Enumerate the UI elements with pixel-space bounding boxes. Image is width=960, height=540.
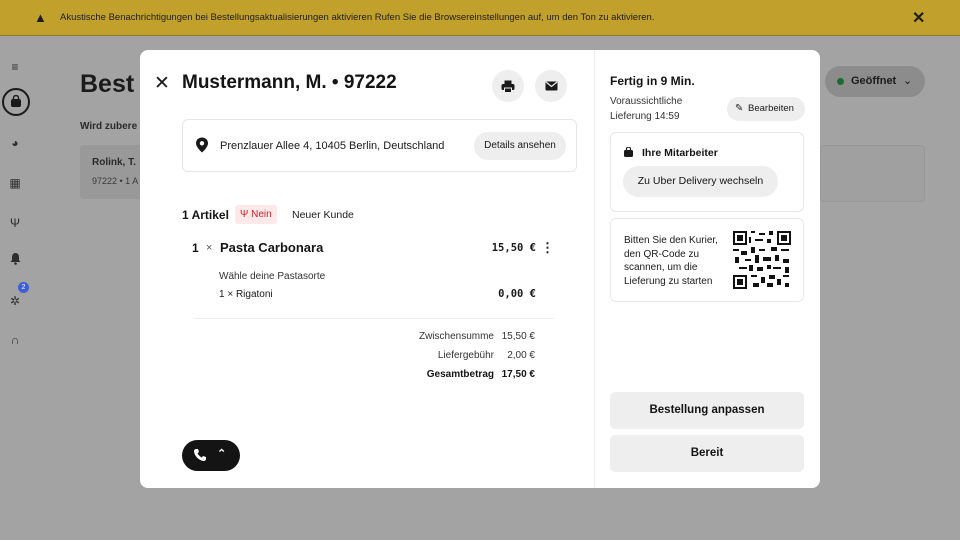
- option-group-label: Wähle deine Pastasorte: [219, 271, 326, 282]
- notification-banner: ▲ Akustische Benachrichtigungen bei Best…: [0, 0, 960, 36]
- close-icon[interactable]: ✕: [154, 72, 170, 95]
- phone-icon: [194, 449, 206, 461]
- section-heading: Wird zubere: [80, 121, 138, 132]
- location-pin-icon: [196, 137, 208, 153]
- eta-time: Lieferung 14:59: [610, 111, 680, 122]
- eta-label: Voraussichtliche: [610, 96, 683, 107]
- item-count: 1 Artikel: [182, 208, 229, 222]
- store-status-label: Geöffnet: [851, 75, 897, 87]
- print-button[interactable]: [492, 70, 524, 102]
- cutlery-icon: Ψ: [240, 209, 249, 220]
- message-button[interactable]: [535, 70, 567, 102]
- order-title: Mustermann, M. • 97222: [182, 72, 397, 93]
- adjust-order-button[interactable]: Bestellung anpassen: [610, 392, 804, 429]
- item-name: Pasta Carbonara: [220, 240, 324, 255]
- item-more-options-icon[interactable]: ⋮: [541, 240, 554, 256]
- items-divider: [194, 318, 554, 319]
- chevron-down-icon: ⌄: [903, 75, 913, 87]
- performance-icon[interactable]: ◕: [6, 134, 24, 152]
- item-times-sign: ×: [206, 242, 213, 254]
- orders-icon[interactable]: [2, 88, 30, 116]
- menu-cutlery-icon[interactable]: Ψ: [6, 214, 24, 232]
- delivery-fee-label: Liefergebühr: [437, 350, 494, 361]
- settings-gear-icon[interactable]: ✲: [6, 292, 24, 310]
- total-label: Gesamtbetrag: [426, 369, 494, 380]
- option-price: 0,00 €: [498, 288, 536, 300]
- envelope-icon: [545, 81, 557, 91]
- ready-time: Fertig in 9 Min.: [610, 74, 695, 88]
- qr-instructions: Bitten Sie den Kurier, den QR-Code zu sc…: [624, 235, 718, 287]
- pencil-icon: ✎: [735, 103, 744, 114]
- edit-button-label: Bearbeiten: [748, 103, 794, 114]
- status-dot-icon: [837, 78, 844, 85]
- cutlery-badge: Ψ Nein: [235, 205, 277, 224]
- delivery-address: Prenzlauer Allee 4, 10405 Berlin, Deutsc…: [220, 140, 445, 152]
- chevron-up-icon: ⌃: [217, 448, 227, 460]
- new-customer-tag: Neuer Kunde: [292, 209, 354, 221]
- order-card-name: Rolink, T.: [92, 157, 136, 168]
- edit-button[interactable]: ✎ Bearbeiten: [727, 97, 805, 121]
- courier-qr-card: Bitten Sie den Kurier, den QR-Code zu sc…: [610, 218, 804, 302]
- call-button[interactable]: ⌃: [182, 440, 240, 471]
- store-status-dropdown[interactable]: Geöffnet ⌄: [825, 66, 925, 97]
- item-quantity: 1: [192, 241, 199, 255]
- bag-icon: [624, 147, 633, 157]
- ready-button[interactable]: Bereit: [610, 435, 804, 472]
- staff-heading: Ihre Mitarbeiter: [642, 147, 718, 159]
- subtotal-value: 15,50 €: [501, 331, 535, 342]
- bell-icon[interactable]: [6, 252, 24, 270]
- cutlery-label: Nein: [251, 209, 272, 220]
- staff-card: Ihre Mitarbeiter Zu Uber Delivery wechse…: [610, 132, 804, 212]
- column-divider: [594, 50, 595, 488]
- calendar-icon[interactable]: ▦: [6, 174, 24, 192]
- order-card-meta: 97222 • 1 A: [92, 176, 139, 186]
- warning-icon: ▲: [34, 10, 47, 25]
- order-details-modal: ✕ Mustermann, M. • 97222 Prenzlauer Alle…: [140, 50, 820, 488]
- menu-icon[interactable]: ≡: [6, 58, 24, 76]
- view-details-button[interactable]: Details ansehen: [474, 132, 566, 160]
- switch-to-uber-delivery-button[interactable]: Zu Uber Delivery wechseln: [623, 166, 778, 197]
- qr-code-icon: [733, 231, 791, 289]
- banner-close-icon[interactable]: ✕: [912, 8, 925, 28]
- delivery-fee-value: 2,00 €: [507, 350, 535, 361]
- page-title: Best: [80, 70, 135, 98]
- background-card: [820, 145, 925, 202]
- printer-icon: [501, 80, 515, 93]
- item-price: 15,50 €: [491, 242, 536, 254]
- left-nav-rail: ≡ ◕ ▦ Ψ 2 ✲ ∩: [0, 36, 34, 540]
- support-headset-icon[interactable]: ∩: [6, 331, 24, 349]
- banner-message: Akustische Benachrichtigungen bei Bestel…: [60, 12, 655, 23]
- option-selection: 1 × Rigatoni: [219, 289, 273, 300]
- delivery-address-card: Prenzlauer Allee 4, 10405 Berlin, Deutsc…: [182, 119, 577, 172]
- total-value: 17,50 €: [501, 369, 535, 380]
- subtotal-label: Zwischensumme: [418, 331, 494, 342]
